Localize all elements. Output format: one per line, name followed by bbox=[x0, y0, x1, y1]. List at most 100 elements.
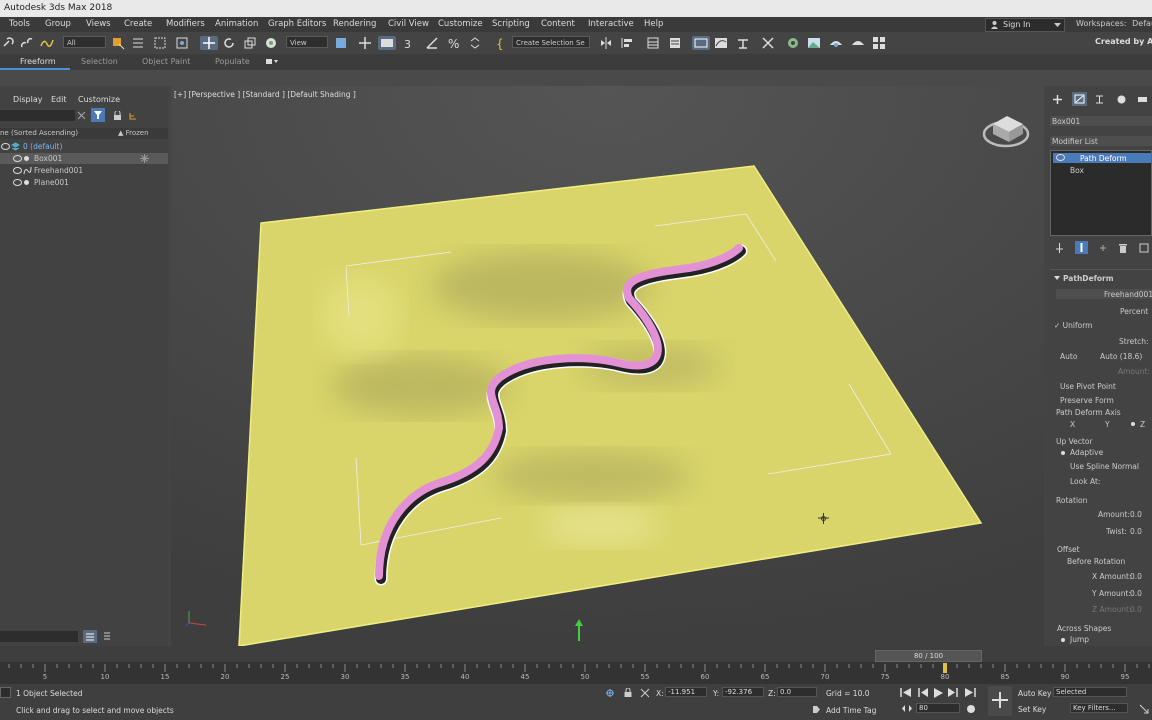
twist-field[interactable]: 0.0 bbox=[1130, 527, 1142, 536]
before-rotation-checkbox[interactable]: Before Rotation bbox=[1067, 557, 1125, 566]
menu-tools[interactable]: Tools bbox=[9, 19, 30, 29]
lock-icon[interactable] bbox=[113, 111, 122, 121]
menu-content[interactable]: Content bbox=[541, 19, 575, 29]
scene-menu-edit[interactable]: Edit bbox=[51, 95, 67, 104]
uniform-checkbox[interactable]: ✓ Uniform bbox=[1054, 321, 1093, 330]
motion-tab-icon[interactable] bbox=[1116, 94, 1127, 105]
mirror-icon[interactable] bbox=[599, 36, 613, 50]
schematic-view-icon[interactable] bbox=[736, 36, 750, 50]
menu-help[interactable]: Help bbox=[644, 19, 663, 29]
menu-scripting[interactable]: Scripting bbox=[492, 19, 530, 29]
rollout-title[interactable]: PathDeform bbox=[1063, 274, 1114, 283]
selection-filter-dropdown[interactable]: All bbox=[63, 36, 106, 48]
visibility-eye-icon[interactable] bbox=[1, 143, 10, 150]
filter-button[interactable] bbox=[91, 108, 105, 122]
reference-coordinate-dropdown[interactable]: View bbox=[286, 36, 328, 48]
rollout-collapse-icon[interactable] bbox=[1054, 275, 1060, 281]
jump-radio-dot[interactable] bbox=[1061, 638, 1065, 642]
name-column-header[interactable]: ne (Sorted Ascending) bbox=[0, 129, 78, 137]
maxscript-listener-button[interactable] bbox=[0, 687, 11, 698]
time-tag-icon[interactable] bbox=[812, 705, 821, 714]
make-unique-icon[interactable] bbox=[1098, 243, 1108, 253]
current-frame-marker[interactable] bbox=[943, 663, 947, 673]
keyboard-shortcut-button[interactable] bbox=[378, 36, 396, 50]
menu-create[interactable]: Create bbox=[124, 19, 152, 29]
use-pivot-checkbox[interactable]: Use Pivot Point bbox=[1060, 382, 1116, 391]
stack-item-box[interactable]: Box bbox=[1070, 166, 1084, 175]
rendered-frame-icon[interactable] bbox=[807, 36, 821, 50]
track-bar[interactable]: 5 10 15 20 25 30 35 40 45 50 55 60 65 70 75 80 85 90 95 bbox=[0, 662, 1152, 684]
configure-sets-icon[interactable] bbox=[1139, 243, 1149, 253]
modifier-list-dropdown[interactable]: Modifier List bbox=[1050, 136, 1152, 146]
sign-in-button[interactable]: Sign In bbox=[985, 18, 1065, 32]
render-iterative-icon[interactable] bbox=[851, 36, 865, 50]
rectangular-region-icon[interactable] bbox=[153, 36, 167, 50]
visibility-eye-icon[interactable] bbox=[13, 167, 22, 174]
z-amount-field[interactable]: 0.0 bbox=[1130, 605, 1142, 614]
tab-object-paint[interactable]: Object Paint bbox=[142, 57, 190, 66]
scale-icon[interactable] bbox=[243, 36, 257, 50]
tab-freeform[interactable]: Freeform bbox=[20, 57, 56, 66]
visibility-eye-icon[interactable] bbox=[13, 179, 22, 186]
select-object-icon[interactable] bbox=[111, 36, 125, 50]
modify-tab-button[interactable] bbox=[1072, 92, 1087, 106]
link-icon[interactable] bbox=[2, 36, 16, 50]
freeze-snowflake-icon[interactable] bbox=[140, 154, 149, 163]
stack-item-path-deform[interactable]: Path Deform bbox=[1053, 153, 1151, 163]
layer-row-default[interactable]: 0 (default) bbox=[0, 141, 168, 152]
time-config-icon[interactable] bbox=[901, 704, 913, 713]
hierarchy-tab-icon[interactable] bbox=[1094, 94, 1105, 105]
preserve-form-checkbox[interactable]: Preserve Form bbox=[1060, 396, 1114, 405]
sort-icon[interactable] bbox=[102, 631, 112, 641]
time-slider[interactable]: 80 / 100 bbox=[875, 650, 982, 662]
tab-selection[interactable]: Selection bbox=[81, 57, 118, 66]
set-key-mode-button[interactable]: Set Key bbox=[1018, 705, 1046, 714]
jump-radio[interactable]: Jump bbox=[1070, 635, 1089, 644]
current-frame-field[interactable]: 80 bbox=[916, 703, 960, 713]
absolute-mode-icon[interactable] bbox=[640, 688, 650, 698]
isolate-selection-icon[interactable] bbox=[605, 688, 615, 698]
selection-set-dropdown[interactable]: Selected bbox=[1053, 687, 1127, 697]
render-production-icon[interactable] bbox=[829, 36, 843, 50]
snap-3d-icon[interactable]: 3 bbox=[403, 36, 417, 50]
window-crossing-icon[interactable] bbox=[175, 36, 189, 50]
menu-graph-editors[interactable]: Graph Editors bbox=[268, 19, 326, 29]
x-amount-field[interactable]: 0.0 bbox=[1130, 572, 1142, 581]
scene-search-input[interactable] bbox=[0, 110, 75, 121]
x-coord-field[interactable]: -11.951 bbox=[665, 687, 707, 697]
next-frame-icon[interactable] bbox=[947, 688, 959, 697]
layer-dropdown[interactable] bbox=[0, 631, 78, 642]
axis-z-radio[interactable]: Z bbox=[1140, 420, 1145, 429]
frozen-column-header[interactable]: ▲ Frozen bbox=[118, 129, 149, 137]
menu-civil-view[interactable]: Civil View bbox=[388, 19, 429, 29]
scene-row-plane001[interactable]: Plane001 bbox=[0, 177, 168, 188]
create-tab-icon[interactable] bbox=[1052, 94, 1063, 105]
align-icon[interactable] bbox=[620, 36, 634, 50]
show-end-result-button[interactable] bbox=[1075, 241, 1088, 254]
go-to-end-icon[interactable] bbox=[964, 688, 976, 697]
axis-z-radio-dot[interactable] bbox=[1131, 422, 1135, 426]
clear-search-icon[interactable] bbox=[77, 111, 86, 120]
render-setup-icon[interactable] bbox=[786, 36, 800, 50]
key-filters-button[interactable]: Key Filters... bbox=[1070, 703, 1128, 713]
spinner-snap-icon[interactable] bbox=[468, 36, 482, 50]
previous-frame-icon[interactable] bbox=[917, 688, 929, 697]
menu-interactive[interactable]: Interactive bbox=[588, 19, 634, 29]
layer-explorer-icon[interactable] bbox=[668, 36, 682, 50]
rotate-icon[interactable] bbox=[222, 36, 236, 50]
scene-row-box001[interactable]: Box001 bbox=[0, 153, 168, 164]
menu-animation[interactable]: Animation bbox=[215, 19, 258, 29]
delete-modifier-icon[interactable] bbox=[1118, 243, 1128, 253]
curve-editor-icon[interactable] bbox=[714, 36, 728, 50]
percent-snap-icon[interactable]: % bbox=[447, 36, 461, 50]
y-coord-field[interactable]: -92.376 bbox=[722, 687, 764, 697]
adaptive-radio[interactable]: Adaptive bbox=[1070, 448, 1103, 457]
display-tab-icon[interactable] bbox=[1137, 94, 1148, 105]
use-spline-normal-radio[interactable]: Use Spline Normal bbox=[1070, 462, 1139, 471]
auto-checkbox[interactable]: Auto bbox=[1060, 352, 1077, 361]
unlink-icon[interactable] bbox=[20, 36, 34, 50]
axis-y-radio[interactable]: Y bbox=[1105, 420, 1110, 429]
axis-x-radio[interactable]: X bbox=[1070, 420, 1075, 429]
visibility-eye-icon[interactable] bbox=[13, 155, 22, 162]
hierarchy-icon[interactable] bbox=[128, 111, 138, 121]
